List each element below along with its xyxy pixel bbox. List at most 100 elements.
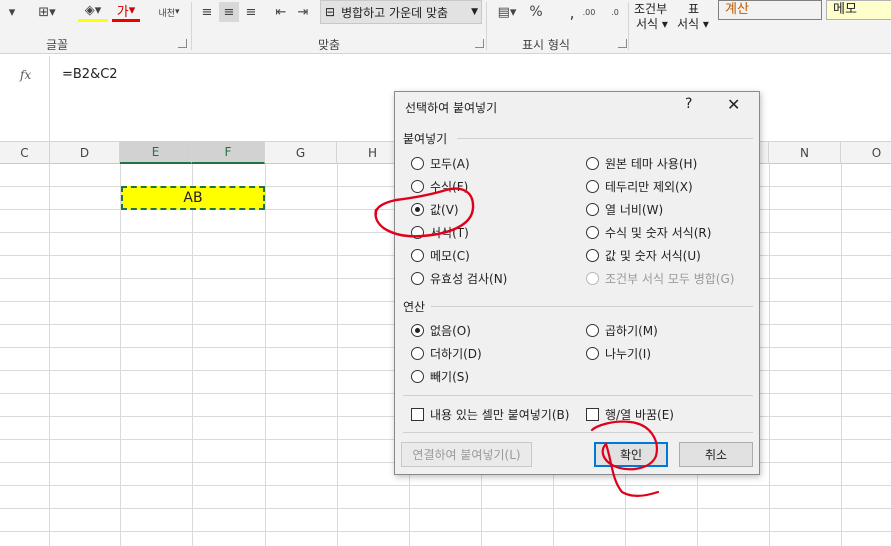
text-direction-button[interactable]: 내천 ▾ xyxy=(154,2,184,22)
operation-divide-label: 나누기(I) xyxy=(605,347,652,361)
font-color-button[interactable]: 가 ▾ xyxy=(112,2,140,22)
percent-label: % xyxy=(529,4,543,20)
paste-option-comments-label: 메모(C) xyxy=(430,249,470,263)
section-divider xyxy=(403,432,753,433)
operation-section-title: 연산 xyxy=(403,300,426,314)
alignment-group-label: 맞춤 xyxy=(318,38,341,52)
align-left-icon[interactable]: ≡ xyxy=(198,2,216,22)
number-launcher-icon[interactable] xyxy=(618,39,627,48)
number-group-label: 표시 형식 xyxy=(522,38,570,52)
operation-subtract-label: 빼기(S) xyxy=(430,370,470,384)
border-grid-icon[interactable]: ⊞▾ xyxy=(36,2,58,22)
merge-center-button[interactable]: ⊟ 병합하고 가운데 맞춤 ▼ xyxy=(320,0,482,24)
paste-option-values-label: 값(V) xyxy=(430,203,459,217)
group-divider xyxy=(191,2,192,50)
operation-none[interactable]: 없음(O) xyxy=(411,322,471,339)
column-header-e[interactable]: E xyxy=(120,142,192,164)
align-center-icon[interactable]: ≡ xyxy=(219,2,239,22)
dialog-title: 선택하여 붙여넣기 xyxy=(405,101,498,115)
alignment-launcher-icon[interactable] xyxy=(475,39,484,48)
skip-blanks-checkbox[interactable]: 내용 있는 셀만 붙여넣기(B) xyxy=(411,406,569,423)
paste-option-merge-conditional: 조건부 서식 모두 병합(G) xyxy=(586,270,734,287)
formula-input[interactable]: =B2&C2 xyxy=(62,67,118,82)
column-header-n[interactable]: N xyxy=(769,142,841,164)
paste-special-dialog: 선택하여 붙여넣기 ? ✕ 붙여넣기 모두(A) 수식(F) 값(V) 서식(T… xyxy=(394,91,760,475)
operation-add[interactable]: 더하기(D) xyxy=(411,345,482,362)
transpose-checkbox[interactable]: 행/열 바꿈(E) xyxy=(586,406,674,423)
paste-option-all[interactable]: 모두(A) xyxy=(411,155,470,172)
borders-icon[interactable]: ▾ xyxy=(4,2,20,22)
transpose-label: 행/열 바꿈(E) xyxy=(605,408,674,422)
column-header-g[interactable]: G xyxy=(265,142,337,164)
ribbon: ▾ ⊞▾ ◈▾ 가 ▾ 내천 ▾ 글꼴 ≡ ≡ ≡ ⇤ ⇥ ⊟ 병합하고 가운데 맞… xyxy=(0,0,891,54)
operation-subtract[interactable]: 빼기(S) xyxy=(411,368,469,385)
style-note[interactable]: 메모 xyxy=(826,0,891,20)
operation-divide[interactable]: 나누기(I) xyxy=(586,345,651,362)
paste-option-validation-label: 유효성 검사(N) xyxy=(430,272,508,286)
skip-blanks-label: 내용 있는 셀만 붙여넣기(B) xyxy=(430,408,570,422)
percent-button[interactable]: % xyxy=(528,2,544,22)
style-calculation[interactable]: 계산 xyxy=(718,0,822,20)
ok-button[interactable]: 확인 xyxy=(594,442,668,467)
column-header-o[interactable]: O xyxy=(841,142,891,164)
text-direction-glyph: 내천 xyxy=(158,8,176,19)
decrease-indent-icon[interactable]: ⇤ xyxy=(272,2,290,22)
paste-option-all-label: 모두(A) xyxy=(430,157,470,171)
paste-option-comments[interactable]: 메모(C) xyxy=(411,247,470,264)
operation-add-label: 더하기(D) xyxy=(430,347,482,361)
operation-multiply[interactable]: 곱하기(M) xyxy=(586,322,658,339)
paste-option-values-numbers[interactable]: 값 및 숫자 서식(U) xyxy=(586,247,701,264)
decrease-decimal-icon[interactable]: .0 xyxy=(604,2,626,22)
paste-option-formats-label: 서식(T) xyxy=(430,226,469,240)
paste-option-merge-conditional-label: 조건부 서식 모두 병합(G) xyxy=(605,272,735,286)
accounting-format-icon[interactable]: ▤▾ xyxy=(492,2,522,22)
paste-option-column-widths-label: 열 너비(W) xyxy=(605,203,664,217)
column-header-f[interactable]: F xyxy=(192,142,265,164)
paste-option-values[interactable]: 값(V) xyxy=(411,201,459,218)
table-format-label-2: 서식 xyxy=(677,17,700,31)
font-group-label: 글꼴 xyxy=(46,38,69,52)
section-divider xyxy=(431,306,753,307)
paste-option-validation[interactable]: 유효성 검사(N) xyxy=(411,270,507,287)
paste-option-formulas-label: 수식(F) xyxy=(430,180,469,194)
paste-option-source-theme-label: 원본 테마 사용(H) xyxy=(605,157,698,171)
section-divider xyxy=(403,395,753,396)
help-icon[interactable]: ? xyxy=(685,96,692,112)
paste-section-title: 붙여넣기 xyxy=(403,132,448,146)
paste-option-formulas[interactable]: 수식(F) xyxy=(411,178,468,195)
operation-none-label: 없음(O) xyxy=(430,324,471,338)
conditional-format-label-2: 서식 xyxy=(636,17,659,31)
paste-option-no-borders-label: 테두리만 제외(X) xyxy=(605,180,693,194)
paste-option-formulas-numbers[interactable]: 수식 및 숫자 서식(R) xyxy=(586,224,711,241)
merged-cell-e-f[interactable]: AB xyxy=(121,186,265,210)
insert-function-icon[interactable]: fx xyxy=(20,68,31,82)
operation-multiply-label: 곱하기(M) xyxy=(605,324,658,338)
comma-label: , xyxy=(569,2,575,22)
paste-option-source-theme[interactable]: 원본 테마 사용(H) xyxy=(586,155,697,172)
section-divider xyxy=(457,138,753,139)
column-header-d[interactable]: D xyxy=(50,142,120,164)
merge-icon: ⊟ xyxy=(325,5,336,19)
conditional-format-button[interactable]: 서식 ▾ xyxy=(636,15,668,32)
increase-indent-icon[interactable]: ⇥ xyxy=(294,2,312,22)
fill-color-icon[interactable]: ◈▾ xyxy=(78,2,108,22)
group-divider xyxy=(628,2,629,50)
comma-button[interactable]: , xyxy=(566,2,578,22)
paste-option-formulas-numbers-label: 수식 및 숫자 서식(R) xyxy=(605,226,712,240)
merge-label: 병합하고 가운데 맞춤 xyxy=(341,5,449,20)
align-right-icon[interactable]: ≡ xyxy=(242,2,260,22)
paste-option-no-borders[interactable]: 테두리만 제외(X) xyxy=(586,178,693,195)
font-launcher-icon[interactable] xyxy=(178,39,187,48)
column-header-c[interactable]: C xyxy=(0,142,50,164)
paste-link-button: 연결하여 붙여넣기(L) xyxy=(401,442,532,467)
increase-decimal-icon[interactable]: .00 xyxy=(578,2,600,22)
paste-option-formats[interactable]: 서식(T) xyxy=(411,224,469,241)
paste-option-column-widths[interactable]: 열 너비(W) xyxy=(586,201,663,218)
close-icon[interactable]: ✕ xyxy=(727,95,740,114)
group-divider xyxy=(486,2,487,50)
table-format-button[interactable]: 서식 ▾ xyxy=(677,15,709,32)
excel-window: ▾ ⊞▾ ◈▾ 가 ▾ 내천 ▾ 글꼴 ≡ ≡ ≡ ⇤ ⇥ ⊟ 병합하고 가운데 맞… xyxy=(0,0,891,546)
font-color-glyph: 가 xyxy=(116,5,129,20)
paste-option-values-numbers-label: 값 및 숫자 서식(U) xyxy=(605,249,701,263)
cancel-button[interactable]: 취소 xyxy=(679,442,753,467)
